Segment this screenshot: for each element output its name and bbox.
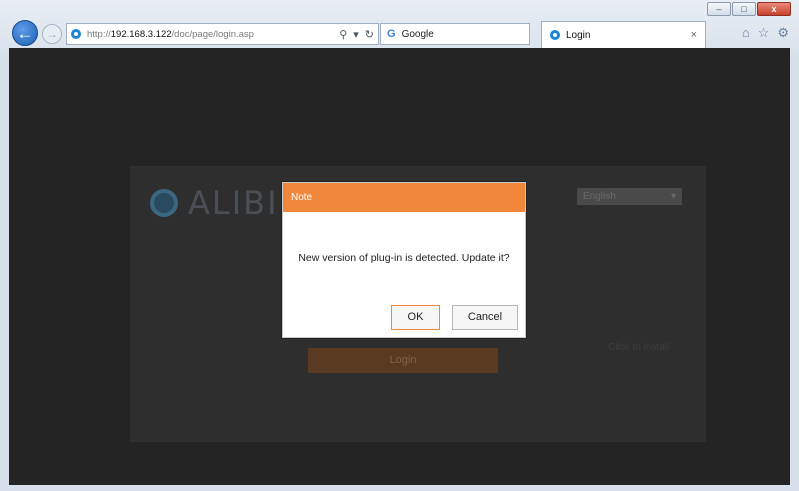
cancel-button[interactable]: Cancel: [452, 305, 518, 330]
login-button[interactable]: Login: [308, 348, 498, 373]
site-favicon-icon: [71, 29, 81, 39]
tab-title: Login: [566, 29, 591, 41]
update-plugin-dialog: Note New version of plug-in is detected.…: [282, 182, 526, 338]
minimize-button[interactable]: –: [707, 2, 731, 16]
search-provider-label: Google: [401, 28, 434, 40]
chevron-down-icon[interactable]: ▾: [353, 28, 359, 41]
address-tools: ⚲ ▾ ↻: [339, 28, 374, 41]
dialog-message: New version of plug-in is detected. Upda…: [298, 252, 510, 264]
brand-logo: ALIBI: [150, 184, 279, 222]
page-viewport: ALIBI English ▾ Login Click to install N…: [9, 48, 790, 485]
home-icon[interactable]: ⌂: [742, 25, 750, 41]
url-path: /doc/page/login.asp: [171, 28, 254, 40]
close-window-button[interactable]: x: [757, 2, 791, 16]
logo-text: ALIBI: [188, 184, 279, 222]
address-bar[interactable]: http://192.168.3.122/doc/page/login.asp …: [66, 23, 379, 45]
maximize-button[interactable]: □: [732, 2, 756, 16]
search-icon[interactable]: ⚲: [339, 28, 347, 41]
browser-window: – □ x ← → http://192.168.3.122/doc/page/…: [0, 0, 799, 491]
tab-close-icon[interactable]: ×: [691, 29, 697, 41]
chevron-down-icon: ▾: [670, 191, 676, 202]
logo-mark-icon: [150, 189, 178, 217]
tab-favicon-icon: [550, 30, 560, 40]
plugin-install-link[interactable]: Click to install: [608, 342, 669, 353]
favorites-star-icon[interactable]: ☆: [758, 25, 770, 41]
google-icon: G: [387, 28, 396, 40]
ok-button[interactable]: OK: [391, 305, 440, 330]
language-select[interactable]: English ▾: [577, 188, 682, 205]
search-provider-box[interactable]: G Google: [380, 23, 530, 45]
browser-toolbar: ← → http://192.168.3.122/doc/page/login.…: [0, 18, 799, 48]
dialog-title: Note: [283, 183, 525, 212]
language-value: English: [583, 191, 616, 202]
url-host: 192.168.3.122: [110, 28, 172, 40]
url-scheme: http://: [87, 28, 111, 40]
forward-button[interactable]: →: [42, 24, 62, 44]
address-url[interactable]: http://192.168.3.122/doc/page/login.asp: [87, 29, 254, 40]
browser-right-tools: ⌂ ☆ ⚙: [742, 25, 789, 41]
tab-login[interactable]: Login ×: [541, 21, 706, 48]
gear-icon[interactable]: ⚙: [777, 25, 789, 41]
refresh-icon[interactable]: ↻: [365, 28, 374, 41]
window-controls: – □ x: [707, 2, 791, 16]
back-button[interactable]: ←: [12, 20, 38, 46]
